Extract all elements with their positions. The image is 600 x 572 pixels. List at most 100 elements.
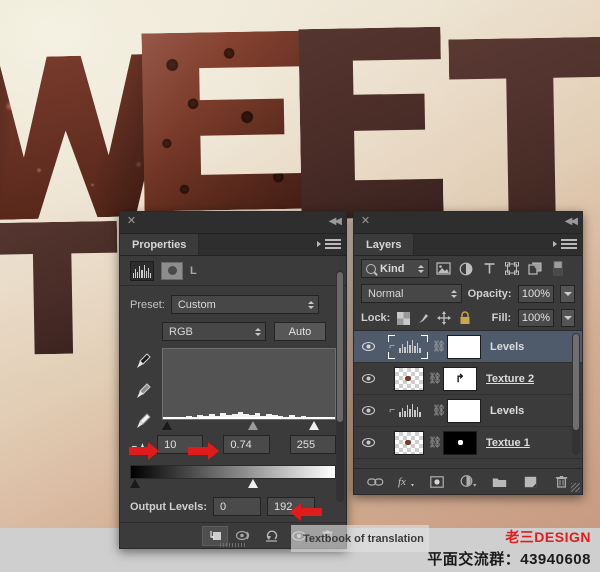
mask-icon[interactable] <box>161 261 183 280</box>
layer-style-fx-icon[interactable]: fx <box>397 473 415 491</box>
panel-menu-icon[interactable] <box>553 239 577 251</box>
output-white-level-arrow <box>290 503 322 521</box>
list-item: Textue 1 <box>486 436 530 449</box>
layer-filter-row: Kind <box>354 256 582 281</box>
selection-brackets-icon <box>388 334 428 359</box>
layer-mask-thumbnail[interactable]: ↱ <box>443 366 477 391</box>
properties-adjustment-header: L <box>120 256 346 286</box>
layer-mask-thumbnail[interactable] <box>447 398 481 423</box>
adjustment-layer-icon[interactable] <box>459 473 477 491</box>
channel-select[interactable]: RGB <box>162 322 266 341</box>
table-row[interactable]: ⛓ Textue 1 <box>354 427 582 459</box>
new-layer-icon[interactable] <box>521 473 539 491</box>
delete-layer-icon[interactable] <box>552 473 570 491</box>
input-gamma-value[interactable]: 0.74 <box>223 435 270 454</box>
output-black-handle[interactable] <box>130 479 140 488</box>
list-item: Texture 2 <box>486 372 535 385</box>
histogram-bars <box>163 397 335 419</box>
histogram-column <box>162 348 336 433</box>
properties-scrollbar[interactable] <box>336 270 344 502</box>
input-black-handle[interactable] <box>162 421 172 430</box>
new-group-icon[interactable] <box>490 473 508 491</box>
input-levels-slider[interactable] <box>162 421 336 433</box>
layer-thumbnail[interactable] <box>394 430 424 455</box>
tabstrip-filler <box>199 234 346 255</box>
filter-toggle-switch[interactable] <box>549 260 567 277</box>
panel-resize-grip[interactable] <box>571 483 580 492</box>
input-white-value[interactable]: 255 <box>289 435 337 454</box>
list-item: Levels <box>490 340 525 353</box>
lock-transparency-icon[interactable] <box>397 311 411 325</box>
layer-thumbnail[interactable] <box>394 366 424 391</box>
histogram-baseline <box>163 417 335 419</box>
tab-layers[interactable]: Layers <box>354 234 415 255</box>
adjustment-filter-icon[interactable] <box>457 260 475 277</box>
output-gradient-bar <box>130 465 336 479</box>
output-black-value[interactable]: 0 <box>213 497 262 516</box>
type-filter-icon[interactable] <box>480 260 498 277</box>
layers-tabrow: Layers <box>354 234 582 256</box>
layer-kind-select[interactable]: Kind <box>361 259 429 278</box>
output-white-handle[interactable] <box>248 479 258 488</box>
pixel-filter-icon[interactable] <box>434 260 452 277</box>
collapse-icon[interactable]: ◀◀ <box>565 216 578 227</box>
histogram-area <box>130 348 336 433</box>
watermark-brand: 老三DESIGN <box>505 529 591 545</box>
layer-visibility-eye-icon[interactable] <box>358 405 378 416</box>
layers-scrollbar[interactable] <box>572 333 580 455</box>
layer-mask-thumbnail[interactable] <box>443 430 477 455</box>
auto-button[interactable]: Auto <box>274 322 326 341</box>
gray-point-eyedropper[interactable] <box>134 382 152 402</box>
link-layers-icon[interactable] <box>366 473 384 491</box>
adjustment-thumbnail[interactable]: ⌐ <box>382 334 428 360</box>
adjustment-thumbnail[interactable]: ⌐ <box>382 398 428 424</box>
lock-all-icon[interactable] <box>458 311 470 325</box>
tab-properties[interactable]: Properties <box>120 234 200 255</box>
fill-value[interactable]: 100% <box>518 309 554 327</box>
link-thumbnails-icon[interactable]: ⛓ <box>432 340 446 353</box>
input-white-handle[interactable] <box>309 421 319 430</box>
layer-mask-thumbnail[interactable] <box>447 334 481 359</box>
reset-icon[interactable] <box>258 526 284 546</box>
lock-pixels-icon[interactable] <box>417 311 430 325</box>
layer-kind-label: Kind <box>380 262 405 275</box>
layer-visibility-eye-icon[interactable] <box>358 341 378 352</box>
smart-object-filter-icon[interactable] <box>526 260 544 277</box>
opacity-value[interactable]: 100% <box>517 284 555 303</box>
black-point-eyedropper[interactable] <box>134 352 152 372</box>
lock-position-icon[interactable] <box>437 311 452 325</box>
collapse-icon[interactable]: ◀◀ <box>329 216 342 227</box>
add-mask-icon[interactable] <box>428 473 446 491</box>
svg-text:fx: fx <box>398 476 406 488</box>
input-gamma-handle[interactable] <box>248 421 258 430</box>
watermark-qq-group: 平面交流群：43940608 <box>427 551 591 568</box>
layer-visibility-eye-icon[interactable] <box>358 373 378 384</box>
letter-e-chocolate-textured <box>141 31 312 212</box>
fill-dropdown-arrow[interactable] <box>560 309 576 327</box>
input-black-level-arrow <box>129 442 159 460</box>
layer-visibility-eye-icon[interactable] <box>358 437 378 448</box>
opacity-dropdown-arrow[interactable] <box>560 284 575 303</box>
panel-resize-grip[interactable] <box>220 543 246 547</box>
link-thumbnails-icon[interactable]: ⛓ <box>428 436 442 449</box>
shape-filter-icon[interactable] <box>503 260 521 277</box>
link-thumbnails-icon[interactable]: ⛓ <box>432 404 446 417</box>
white-point-eyedropper[interactable] <box>134 412 152 432</box>
table-row[interactable]: ⌐ ⛓ Levels <box>354 395 582 427</box>
table-row[interactable]: ⛓ ↱ Texture 2 <box>354 363 582 395</box>
eyedropper-group <box>130 348 156 433</box>
output-levels-slider[interactable] <box>130 479 336 491</box>
panel-menu-icon[interactable] <box>317 239 341 251</box>
blend-mode-row: Normal Opacity: 100% <box>354 281 582 306</box>
properties-tabrow: Properties <box>120 234 346 256</box>
blend-mode-select[interactable]: Normal <box>361 284 462 303</box>
close-icon[interactable]: ✕ <box>360 216 371 227</box>
table-row[interactable]: ⌐ ⛓ Levels <box>354 331 582 363</box>
input-levels-row: 10 0.74 255 <box>130 435 337 454</box>
close-icon[interactable]: ✕ <box>126 216 137 227</box>
link-thumbnails-icon[interactable]: ⛓ <box>428 372 442 385</box>
output-levels-label: Output Levels: <box>130 500 208 513</box>
mask-arrow-icon: ↱ <box>455 373 465 385</box>
layers-titlebar: ✕ ◀◀ <box>354 212 582 234</box>
preset-select[interactable]: Custom <box>170 295 319 314</box>
